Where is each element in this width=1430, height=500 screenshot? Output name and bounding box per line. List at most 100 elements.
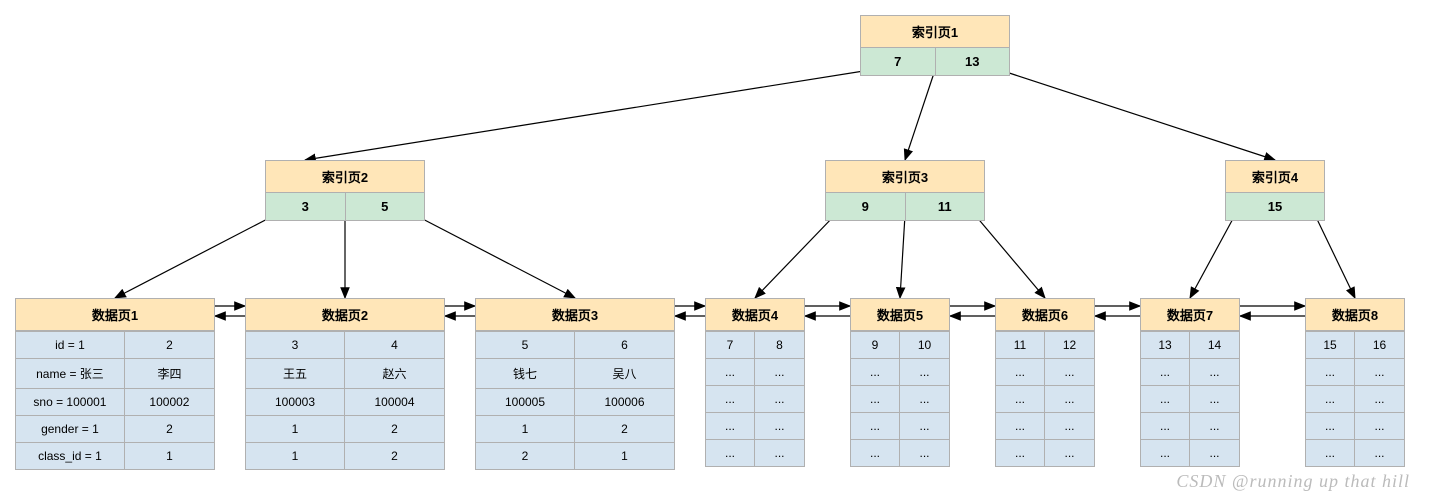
table-cell: ...	[1306, 412, 1355, 439]
table-cell: 3	[246, 331, 345, 358]
table-cell: 钱七	[476, 358, 575, 388]
table-row: id = 12	[16, 331, 214, 358]
table-cell: ...	[755, 358, 804, 385]
table-row: ......	[851, 385, 949, 412]
table-row: ......	[851, 358, 949, 385]
data-page: 数据页71314........................	[1140, 298, 1240, 467]
data-page-title: 数据页7	[1141, 299, 1239, 331]
table-cell: ...	[1045, 412, 1094, 439]
table-cell: ...	[1306, 439, 1355, 466]
table-cell: ...	[1190, 412, 1239, 439]
table-cell: ...	[1190, 439, 1239, 466]
table-row: ......	[1141, 439, 1239, 466]
table-cell: 12	[1045, 331, 1094, 358]
table-cell: ...	[1190, 358, 1239, 385]
data-page: 数据页1id = 12name = 张三李四sno = 100001100002…	[15, 298, 215, 470]
table-cell: ...	[1355, 385, 1404, 412]
table-row: 1516	[1306, 331, 1404, 358]
table-row: ......	[996, 358, 1094, 385]
table-cell: ...	[1141, 412, 1190, 439]
table-cell: 2	[575, 415, 674, 442]
table-cell: ...	[1355, 412, 1404, 439]
table-cell: name = 张三	[16, 358, 125, 388]
table-cell: 100004	[345, 388, 444, 415]
table-cell: 4	[345, 331, 444, 358]
table-cell: 赵六	[345, 358, 444, 388]
index-page-title: 索引页2	[266, 161, 424, 193]
index-page-title: 索引页3	[826, 161, 984, 193]
table-cell: 100006	[575, 388, 674, 415]
table-row: ......	[1306, 439, 1404, 466]
table-cell: 15	[1306, 331, 1355, 358]
table-cell: ...	[996, 358, 1045, 385]
table-row: ......	[706, 358, 804, 385]
data-page-title: 数据页6	[996, 299, 1094, 331]
table-cell: ...	[851, 358, 900, 385]
tree-arrow	[305, 70, 870, 160]
table-cell: 吴八	[575, 358, 674, 388]
index-page-title: 索引页4	[1226, 161, 1324, 193]
index-key: 7	[861, 48, 936, 75]
table-cell: ...	[851, 385, 900, 412]
tree-arrow	[1190, 215, 1235, 298]
table-row: 100005100006	[476, 388, 674, 415]
table-cell: ...	[1306, 385, 1355, 412]
table-row: ......	[1141, 412, 1239, 439]
table-cell: ...	[706, 385, 755, 412]
table-row: 56	[476, 331, 674, 358]
table-row: ......	[1306, 385, 1404, 412]
table-cell: ...	[1355, 358, 1404, 385]
table-row: 王五赵六	[246, 358, 444, 388]
table-row: 12	[246, 442, 444, 469]
table-row: 100003100004	[246, 388, 444, 415]
table-cell: ...	[755, 412, 804, 439]
data-page: 数据页61112........................	[995, 298, 1095, 467]
table-row: ......	[996, 439, 1094, 466]
tree-arrow	[900, 215, 905, 298]
table-cell: ...	[1355, 439, 1404, 466]
table-cell: 10	[900, 331, 949, 358]
table-cell: id = 1	[16, 331, 125, 358]
index-key: 15	[1226, 193, 1324, 220]
data-page: 数据页478........................	[705, 298, 805, 467]
data-page-title: 数据页3	[476, 299, 674, 331]
table-cell: ...	[706, 439, 755, 466]
table-cell: 14	[1190, 331, 1239, 358]
table-row: 钱七吴八	[476, 358, 674, 388]
data-page: 数据页356钱七吴八1000051000061221	[475, 298, 675, 470]
table-row: 34	[246, 331, 444, 358]
table-cell: ...	[1045, 439, 1094, 466]
table-cell: ...	[900, 439, 949, 466]
table-cell: 1	[125, 442, 214, 469]
table-cell: 100005	[476, 388, 575, 415]
table-cell: 1	[246, 415, 345, 442]
table-row: ......	[851, 439, 949, 466]
table-row: ......	[706, 385, 804, 412]
table-row: ......	[851, 412, 949, 439]
data-page-title: 数据页1	[16, 299, 214, 331]
table-cell: 2	[345, 442, 444, 469]
table-row: gender = 12	[16, 415, 214, 442]
table-cell: ...	[1141, 385, 1190, 412]
table-cell: 2	[345, 415, 444, 442]
table-cell: ...	[755, 385, 804, 412]
data-page: 数据页234王五赵六1000031000041212	[245, 298, 445, 470]
table-cell: ...	[900, 358, 949, 385]
table-row: ......	[1306, 358, 1404, 385]
data-page-title: 数据页5	[851, 299, 949, 331]
watermark-text: CSDN @running up that hill	[1176, 471, 1410, 492]
index-page: 索引页415	[1225, 160, 1325, 221]
table-cell: 8	[755, 331, 804, 358]
tree-arrow	[1315, 215, 1355, 298]
table-cell: ...	[996, 412, 1045, 439]
table-row: ......	[1141, 385, 1239, 412]
table-row: 1112	[996, 331, 1094, 358]
table-cell: 2	[125, 331, 214, 358]
table-cell: gender = 1	[16, 415, 125, 442]
table-row: ......	[1141, 358, 1239, 385]
data-page-title: 数据页8	[1306, 299, 1404, 331]
table-cell: 1	[476, 415, 575, 442]
table-cell: 13	[1141, 331, 1190, 358]
table-cell: ...	[900, 412, 949, 439]
table-cell: ...	[706, 358, 755, 385]
